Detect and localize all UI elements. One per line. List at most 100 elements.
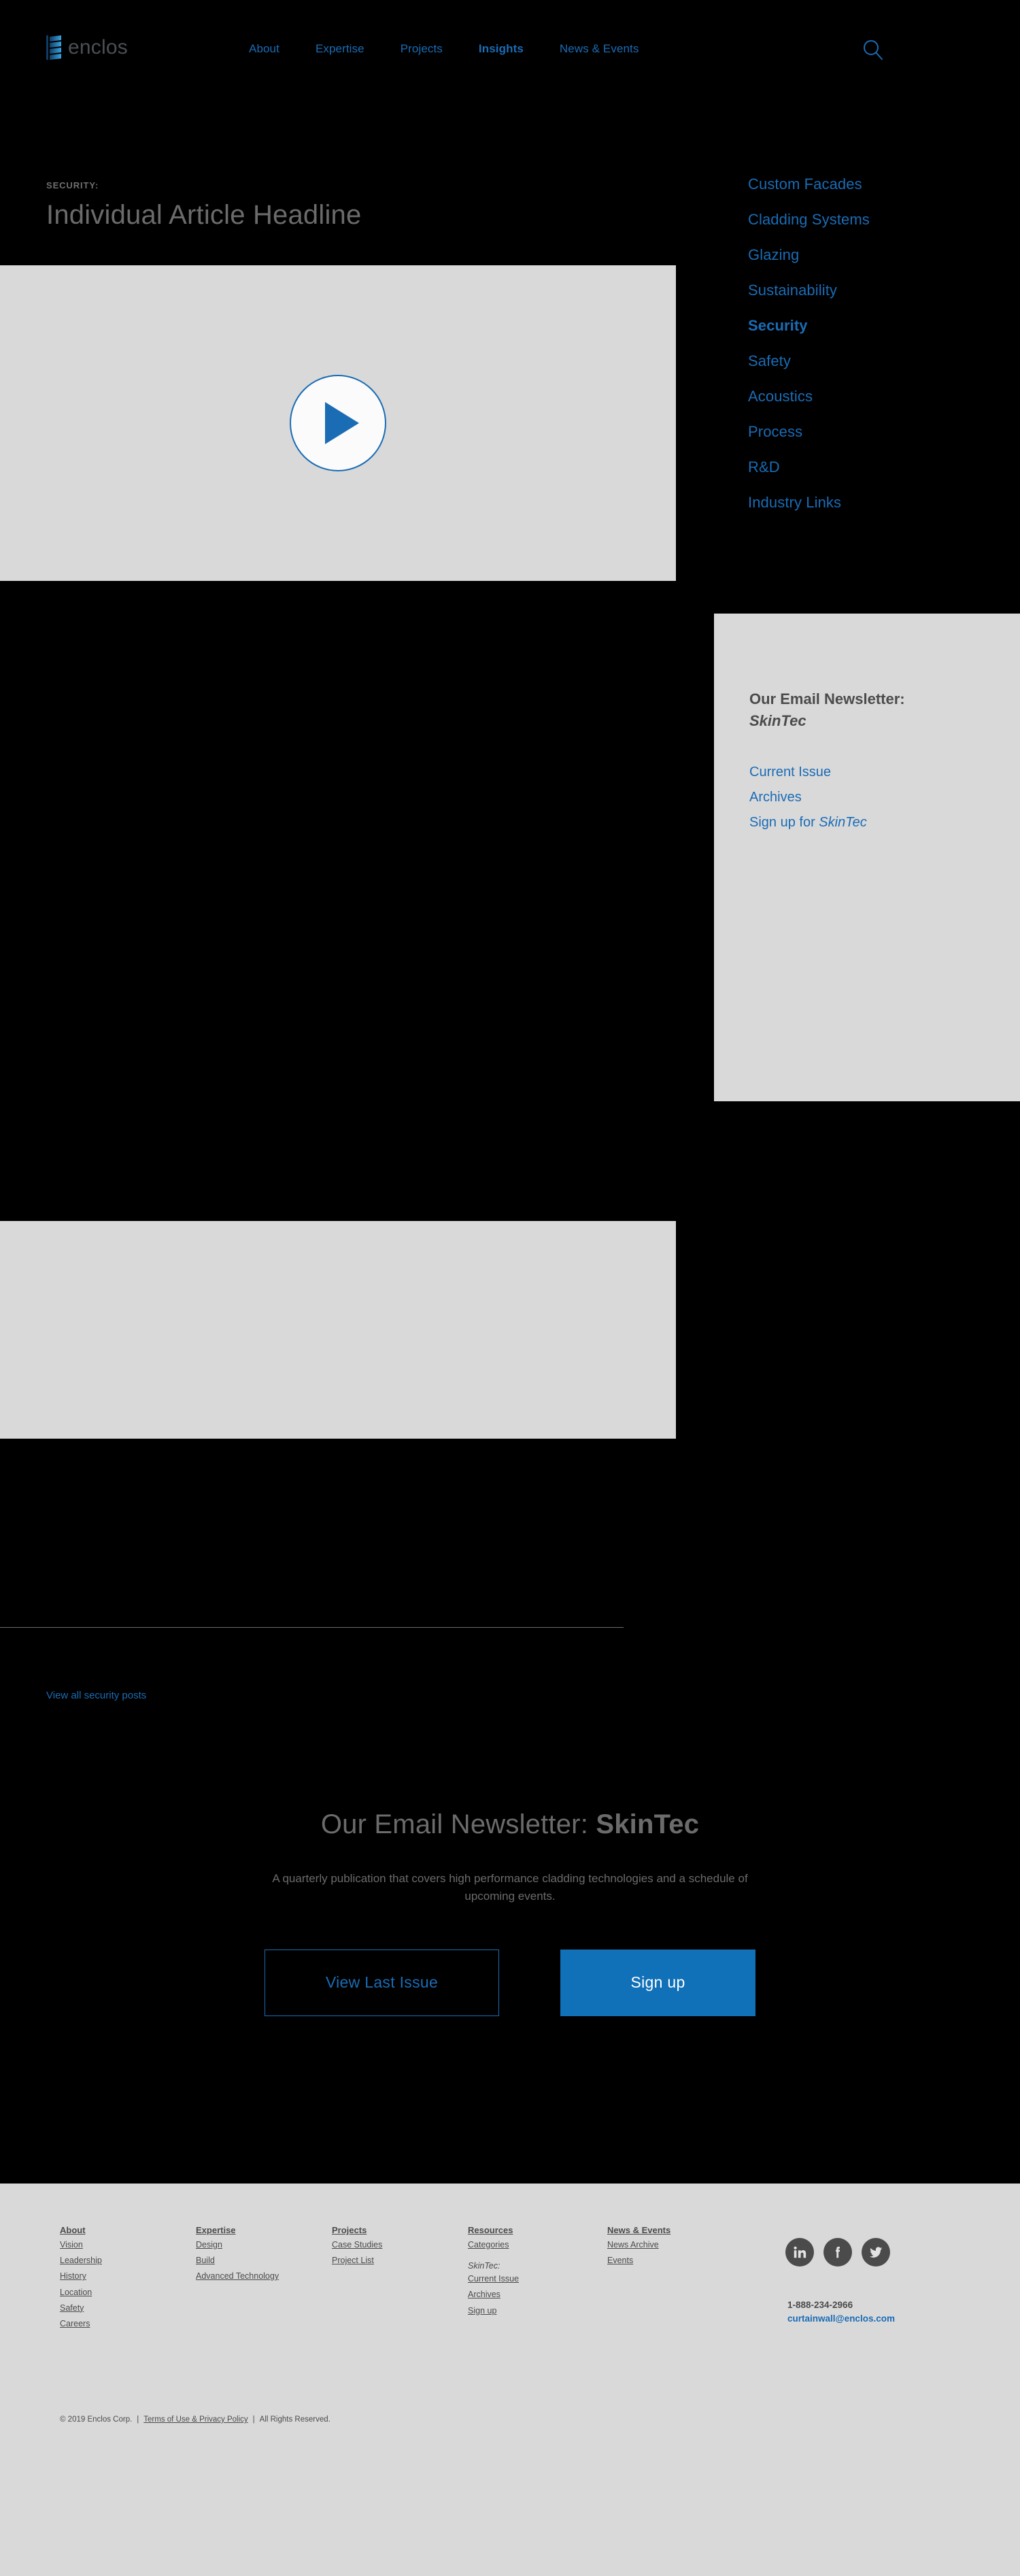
footer-column-about: About Vision Leadership History Location… — [60, 2224, 196, 2331]
newsletter-link-archives[interactable]: Archives — [749, 790, 802, 805]
newsletter-inner: Our Email Newsletter: SkinTec Current Is… — [714, 614, 1020, 831]
list-item: Industry Links — [748, 494, 993, 512]
footer-link-skintec-sign-up[interactable]: Sign up — [468, 2306, 496, 2315]
footer-list-skintec: Current Issue Archives Sign up — [468, 2271, 607, 2318]
article-video-placeholder[interactable] — [0, 265, 676, 581]
footer-link-vision[interactable]: Vision — [60, 2240, 83, 2249]
legal-separator-2: | — [252, 2415, 255, 2424]
footer-link-build[interactable]: Build — [196, 2256, 215, 2265]
search-icon[interactable] — [861, 38, 885, 63]
footer-link-location[interactable]: Location — [60, 2288, 92, 2297]
sidebar-item-industry-links[interactable]: Industry Links — [748, 494, 841, 511]
footer-column-projects: Projects Case Studies Project List — [332, 2224, 468, 2331]
list-item: Acoustics — [748, 388, 993, 405]
footer-heading-news-events: News & Events — [607, 2225, 671, 2235]
list-item: Design — [196, 2237, 332, 2252]
footer-link-case-studies[interactable]: Case Studies — [332, 2240, 382, 2249]
footer-link-skintec-current-issue[interactable]: Current Issue — [468, 2274, 519, 2284]
site-logo[interactable]: enclos — [46, 35, 128, 60]
footer-link-leadership[interactable]: Leadership — [60, 2256, 102, 2265]
footer-list-news-events: News Archive Events — [607, 2237, 743, 2268]
footer-link-careers[interactable]: Careers — [60, 2319, 90, 2328]
footer-list-projects: Case Studies Project List — [332, 2237, 468, 2268]
article-inline-image-placeholder — [0, 1221, 676, 1439]
page-root: enclos About Expertise Projects Insights… — [0, 0, 1020, 2576]
footer-social-links — [785, 2238, 890, 2266]
sidebar-item-acoustics[interactable]: Acoustics — [748, 388, 813, 405]
footer-heading-projects: Projects — [332, 2225, 367, 2235]
page-title: Individual Article Headline — [46, 200, 362, 230]
list-item: Cladding Systems — [748, 211, 993, 229]
nav-item-expertise[interactable]: Expertise — [316, 42, 364, 56]
cta-title: Our Email Newsletter: SkinTec — [0, 1809, 1020, 1840]
nav-item-insights[interactable]: Insights — [479, 42, 524, 56]
footer-heading-expertise: Expertise — [196, 2225, 236, 2235]
footer-link-design[interactable]: Design — [196, 2240, 222, 2249]
footer-phone-number[interactable]: 1-888-234-2966 — [787, 2298, 895, 2312]
footer-link-history[interactable]: History — [60, 2271, 86, 2281]
sidebar-item-cladding-systems[interactable]: Cladding Systems — [748, 211, 870, 228]
list-item: Custom Facades — [748, 175, 993, 193]
footer-legal-bar: © 2019 Enclos Corp. | Terms of Use & Pri… — [60, 2415, 330, 2424]
article-header: SECURITY: Individual Article Headline — [46, 180, 658, 230]
nav-item-about[interactable]: About — [249, 42, 279, 56]
footer-link-safety[interactable]: Safety — [60, 2303, 84, 2313]
footer-column-news-events: News & Events News Archive Events — [607, 2224, 743, 2331]
facebook-icon[interactable] — [823, 2238, 852, 2266]
rights-reserved-text: All Rights Reserved. — [259, 2415, 330, 2424]
twitter-icon[interactable] — [862, 2238, 890, 2266]
footer-link-news-archive[interactable]: News Archive — [607, 2240, 659, 2249]
play-icon[interactable] — [290, 375, 386, 471]
nav-item-projects[interactable]: Projects — [401, 42, 443, 56]
nav-item-news-events[interactable]: News & Events — [560, 42, 639, 56]
list-item: Advanced Technology — [196, 2268, 332, 2284]
footer-link-project-list[interactable]: Project List — [332, 2256, 374, 2265]
list-item: Build — [196, 2252, 332, 2268]
footer-link-advanced-technology[interactable]: Advanced Technology — [196, 2271, 279, 2281]
newsletter-cta-section: Our Email Newsletter: SkinTec A quarterl… — [0, 1809, 1020, 2016]
footer-email-address[interactable]: curtainwall@enclos.com — [787, 2312, 895, 2326]
cta-title-brand: SkinTec — [596, 1809, 700, 1839]
list-item: Safety — [748, 352, 993, 370]
linkedin-icon[interactable] — [785, 2238, 814, 2266]
sidebar-item-custom-facades[interactable]: Custom Facades — [748, 175, 862, 193]
sidebar-item-glazing[interactable]: Glazing — [748, 246, 799, 263]
list-item: Current Issue — [468, 2271, 607, 2286]
list-item: History — [60, 2268, 196, 2284]
signup-label-prefix: Sign up for — [749, 814, 819, 830]
sidebar-item-process[interactable]: Process — [748, 423, 802, 440]
cta-title-prefix: Our Email Newsletter: — [320, 1809, 596, 1839]
footer-list-resources: Categories — [468, 2237, 607, 2252]
list-item: Archives — [749, 790, 1020, 805]
list-item: Leadership — [60, 2252, 196, 2268]
list-item: Events — [607, 2252, 743, 2268]
newsletter-link-current-issue[interactable]: Current Issue — [749, 765, 831, 780]
enclos-stripes-logo-icon — [46, 35, 61, 60]
footer-skintec-label: SkinTec: — [468, 2261, 500, 2271]
sign-up-button[interactable]: Sign up — [560, 1949, 755, 2016]
list-item: Categories — [468, 2237, 607, 2252]
sidebar-item-safety[interactable]: Safety — [748, 352, 791, 369]
list-item: Sign up — [468, 2303, 607, 2318]
view-last-issue-button[interactable]: View Last Issue — [265, 1949, 499, 2016]
legal-separator-1: | — [137, 2415, 139, 2424]
footer-heading-resources: Resources — [468, 2225, 513, 2235]
copyright-text: © 2019 Enclos Corp. — [60, 2415, 133, 2424]
footer-link-events[interactable]: Events — [607, 2256, 633, 2265]
newsletter-heading-line1: Our Email Newsletter: — [749, 690, 905, 707]
view-all-security-posts-link[interactable]: View all security posts — [46, 1690, 146, 1701]
footer-link-skintec-archives[interactable]: Archives — [468, 2290, 500, 2299]
list-item: News Archive — [607, 2237, 743, 2252]
footer-link-categories[interactable]: Categories — [468, 2240, 509, 2249]
sidebar-item-rd[interactable]: R&D — [748, 458, 780, 475]
sidebar-item-security[interactable]: Security — [748, 317, 808, 334]
footer-contact-info: 1-888-234-2966 curtainwall@enclos.com — [787, 2298, 895, 2326]
terms-privacy-link[interactable]: Terms of Use & Privacy Policy — [143, 2415, 248, 2424]
footer-link-columns: About Vision Leadership History Location… — [60, 2224, 743, 2331]
sidebar-item-sustainability[interactable]: Sustainability — [748, 282, 837, 299]
article-category-eyebrow: SECURITY: — [46, 180, 99, 190]
newsletter-link-signup[interactable]: Sign up for SkinTec — [749, 815, 867, 830]
play-triangle-shape — [325, 402, 359, 444]
footer-column-resources: Resources Categories SkinTec: Current Is… — [468, 2224, 607, 2331]
category-sidebar: Custom Facades Cladding Systems Glazing … — [748, 175, 993, 529]
